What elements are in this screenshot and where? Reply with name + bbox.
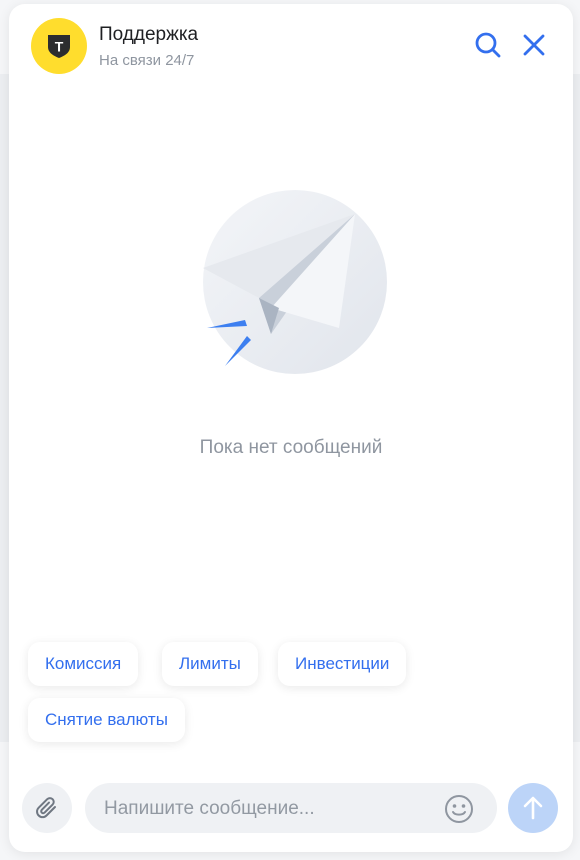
emoji-button[interactable] [443, 793, 475, 825]
message-composer [9, 779, 573, 841]
quick-reply-limits[interactable]: Лимиты [162, 642, 258, 686]
attach-button[interactable] [22, 783, 72, 833]
quick-reply-investments[interactable]: Инвестиции [278, 642, 407, 686]
empty-state-text: Пока нет сообщений [199, 437, 383, 458]
message-field [85, 783, 497, 835]
search-button[interactable] [473, 30, 503, 60]
quick-reply-currency-withdrawal[interactable]: Снятие валюты [28, 698, 185, 742]
close-button[interactable] [519, 30, 549, 60]
search-icon [475, 32, 501, 58]
paper-plane-icon [203, 190, 387, 374]
emoji-icon [445, 795, 473, 823]
support-chat-panel: Т Поддержка На связи 24/7 Пока нет сообщ… [9, 4, 573, 852]
message-input[interactable] [102, 783, 436, 835]
support-avatar: Т [31, 18, 87, 74]
send-button[interactable] [508, 783, 558, 833]
close-icon [523, 34, 545, 56]
quick-reply-commission[interactable]: Комиссия [28, 642, 139, 686]
paperclip-icon [36, 797, 56, 819]
chat-header: Т Поддержка На связи 24/7 [9, 4, 573, 88]
chat-subtitle: На связи 24/7 [99, 52, 195, 69]
empty-chat-illustration [189, 188, 389, 388]
chat-title: Поддержка [99, 24, 199, 45]
bank-logo-icon: Т [48, 35, 70, 58]
send-arrow-icon [523, 796, 543, 820]
logo-letter: Т [55, 39, 64, 55]
